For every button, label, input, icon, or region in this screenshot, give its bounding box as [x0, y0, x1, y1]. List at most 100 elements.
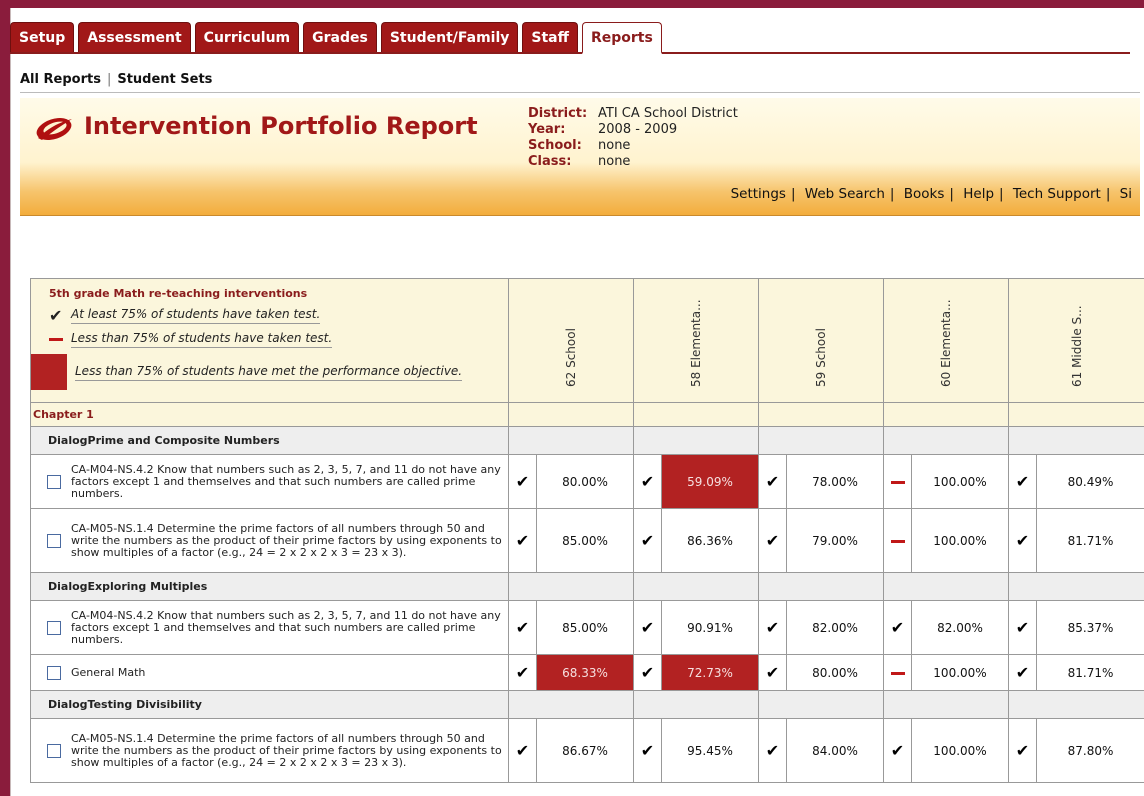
- score-cell[interactable]: 87.80%: [1036, 718, 1144, 783]
- score-cell[interactable]: 82.00%: [911, 600, 1009, 655]
- score-cell[interactable]: 78.00%: [786, 454, 884, 509]
- score-cell[interactable]: 85.00%: [536, 508, 634, 573]
- score-cell[interactable]: 84.00%: [786, 718, 884, 783]
- standard-text: General Math: [71, 665, 146, 679]
- check-icon: ✔: [1008, 654, 1037, 691]
- help-link[interactable]: Help: [963, 186, 994, 202]
- sub-navigation: All Reports | Student Sets: [20, 72, 212, 87]
- all-reports-link[interactable]: All Reports: [20, 72, 101, 87]
- tab-student-family[interactable]: Student/Family: [380, 22, 519, 52]
- score-cell[interactable]: 86.36%: [661, 508, 759, 573]
- score-cell[interactable]: 85.37%: [1036, 600, 1144, 655]
- standard-wrapper: CA-M04-NS.4.2 Know that numbers such as …: [31, 463, 508, 500]
- score-cell[interactable]: 100.00%: [911, 508, 1009, 573]
- table-row: CA-M05-NS.1.4 Determine the prime factor…: [30, 508, 1144, 573]
- column-header-school-60[interactable]: 60 Elementa...: [883, 278, 1009, 403]
- score-cell[interactable]: 90.91%: [661, 600, 759, 655]
- tab-setup[interactable]: Setup: [10, 22, 75, 52]
- column-header-school-61[interactable]: 61 Middle S...: [1008, 278, 1144, 403]
- table-row: General Math ✔ 68.33% ✔ 72.73% ✔ 80.00% 100.00%…: [30, 654, 1144, 691]
- utility-links: Settings | Web Search | Books | Help | Tech …: [730, 186, 1132, 202]
- column-header-school-59[interactable]: 59 School: [758, 278, 884, 403]
- score-cell[interactable]: 82.00%: [786, 600, 884, 655]
- row-checkbox[interactable]: [47, 620, 61, 635]
- group-spacer-cell: [1008, 572, 1144, 601]
- tab-reports[interactable]: Reports: [581, 22, 662, 54]
- score-cell[interactable]: 80.00%: [536, 454, 634, 509]
- report-header: Intervention Portfolio Report District: A…: [20, 98, 1140, 216]
- score-cell[interactable]: 68.33%: [536, 654, 634, 691]
- check-icon: ✔: [633, 718, 662, 783]
- check-icon: ✔: [508, 454, 537, 509]
- check-icon: ✔: [508, 600, 537, 655]
- legend-not-taken: Less than 75% of students have taken tes…: [49, 331, 500, 348]
- score-cell[interactable]: 79.00%: [786, 508, 884, 573]
- score-cell[interactable]: 100.00%: [911, 454, 1009, 509]
- logo-swoosh-icon: [36, 117, 72, 141]
- tab-grades[interactable]: Grades: [303, 22, 377, 52]
- check-icon: ✔: [758, 718, 787, 783]
- score-cell[interactable]: 72.73%: [661, 654, 759, 691]
- row-checkbox[interactable]: [47, 474, 61, 489]
- row-checkbox[interactable]: [47, 743, 61, 758]
- student-sets-link[interactable]: Student Sets: [117, 72, 212, 87]
- check-icon: ✔: [758, 454, 787, 509]
- score-cell[interactable]: 85.00%: [536, 600, 634, 655]
- sign-out-link[interactable]: Si: [1120, 186, 1132, 202]
- group-spacer-cell: [508, 572, 634, 601]
- group-spacer-cell: [758, 572, 884, 601]
- dash-mark: [890, 481, 905, 484]
- district-value: ATI CA School District: [598, 106, 738, 121]
- column-header-school-58[interactable]: 58 Elementa...: [633, 278, 759, 403]
- score-cell[interactable]: 100.00%: [911, 654, 1009, 691]
- column-label: 60 Elementa...: [939, 299, 953, 387]
- report-context: District: ATI CA School District Year: 200…: [528, 106, 738, 170]
- standard-cell: CA-M05-NS.1.4 Determine the prime factor…: [30, 718, 509, 783]
- check-icon: ✔: [633, 454, 662, 509]
- books-link[interactable]: Books: [904, 186, 945, 202]
- tech-support-link[interactable]: Tech Support: [1013, 186, 1101, 202]
- score-cell[interactable]: 100.00%: [911, 718, 1009, 783]
- standard-cell: CA-M04-NS.4.2 Know that numbers such as …: [30, 600, 509, 655]
- tab-staff[interactable]: Staff: [522, 22, 578, 52]
- table-row: CA-M05-NS.1.4 Determine the prime factor…: [30, 718, 1144, 783]
- chapter-label: Chapter 1: [30, 402, 509, 427]
- divider: [20, 92, 1140, 93]
- group-spacer-cell: [758, 426, 884, 455]
- tab-curriculum[interactable]: Curriculum: [194, 22, 300, 52]
- standard-cell: General Math: [30, 654, 509, 691]
- score-cell[interactable]: 80.00%: [786, 654, 884, 691]
- chapter-row: Chapter 1: [30, 402, 1144, 427]
- check-icon: ✔: [883, 718, 912, 783]
- red-swatch-icon: [31, 354, 67, 390]
- row-checkbox[interactable]: [47, 665, 61, 680]
- group-spacer-cell: [508, 426, 634, 455]
- column-label: 59 School: [814, 328, 828, 387]
- group-label: DialogTesting Divisibility: [30, 690, 509, 719]
- check-icon: ✔: [633, 654, 662, 691]
- check-icon: ✔: [508, 718, 537, 783]
- score-cell[interactable]: 86.67%: [536, 718, 634, 783]
- web-search-link[interactable]: Web Search: [805, 186, 885, 202]
- tab-assessment[interactable]: Assessment: [78, 22, 191, 52]
- score-cell[interactable]: 81.71%: [1036, 508, 1144, 573]
- dash-icon: [883, 654, 912, 691]
- column-label: 58 Elementa...: [689, 299, 703, 387]
- check-icon: ✔: [758, 654, 787, 691]
- check-icon: ✔: [758, 508, 787, 573]
- table-row: CA-M04-NS.4.2 Know that numbers such as …: [30, 454, 1144, 509]
- settings-link[interactable]: Settings: [731, 186, 786, 202]
- column-header-school-62[interactable]: 62 School: [508, 278, 634, 403]
- score-cell[interactable]: 59.09%: [661, 454, 759, 509]
- separator: |: [106, 72, 112, 87]
- table-row: CA-M04-NS.4.2 Know that numbers such as …: [30, 600, 1144, 655]
- standard-wrapper: General Math: [31, 665, 508, 680]
- group-spacer-cell: [883, 572, 1009, 601]
- score-cell[interactable]: 81.71%: [1036, 654, 1144, 691]
- district-label: District:: [528, 106, 588, 121]
- row-checkbox[interactable]: [47, 533, 61, 548]
- score-cell[interactable]: 80.49%: [1036, 454, 1144, 509]
- school-label: School:: [528, 138, 582, 153]
- check-icon: ✔: [1008, 508, 1037, 573]
- score-cell[interactable]: 95.45%: [661, 718, 759, 783]
